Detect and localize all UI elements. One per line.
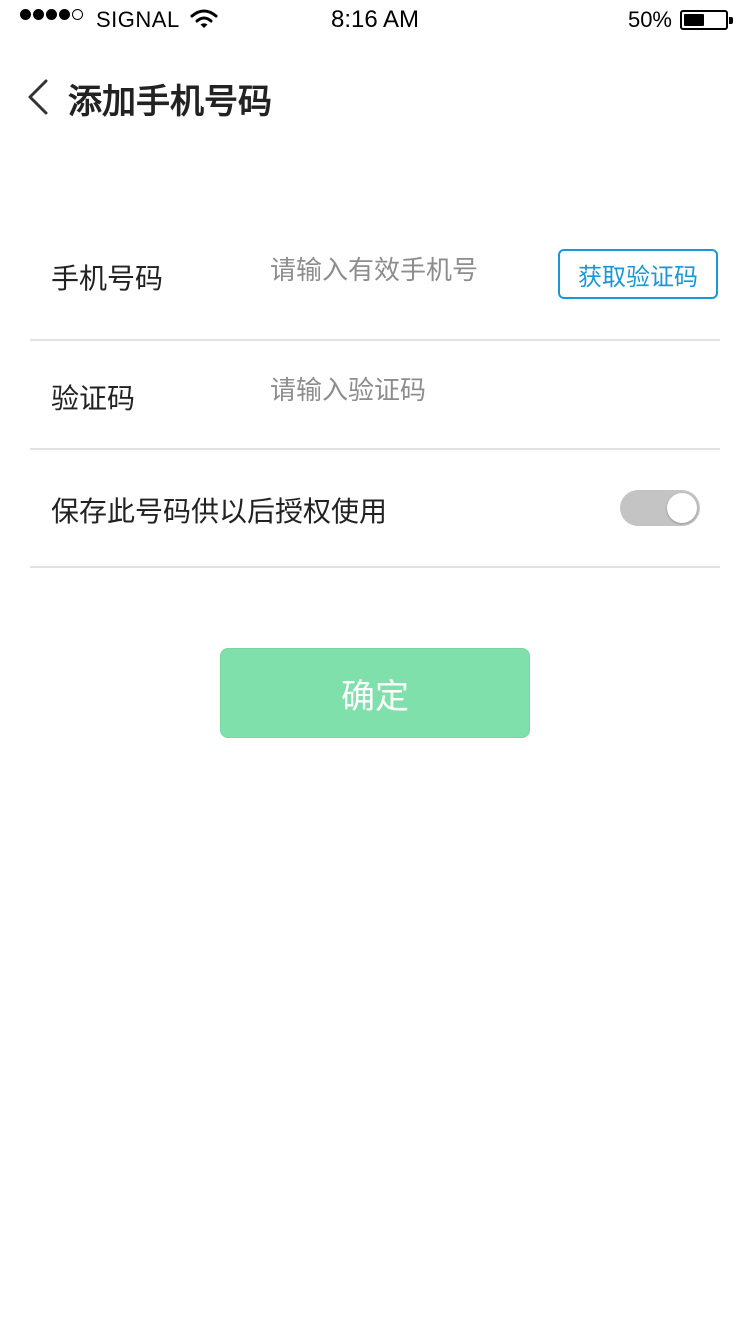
chevron-left-icon	[28, 79, 48, 115]
back-button[interactable]	[18, 74, 58, 120]
code-label: 验证码	[51, 382, 136, 415]
toggle-knob	[667, 493, 697, 523]
battery-icon	[680, 10, 733, 30]
phone-input[interactable]	[270, 256, 540, 286]
screen: SIGNAL 8:16 AM 50% 添加手机号码 手机号码 获取验证码 验证码	[0, 0, 750, 1334]
save-label: 保存此号码供以后授权使用	[51, 495, 388, 528]
save-row: 保存此号码供以后授权使用	[30, 450, 720, 568]
get-code-button[interactable]: 获取验证码	[558, 249, 718, 299]
battery-level	[684, 14, 704, 26]
page-title: 添加手机号码	[68, 82, 272, 122]
save-toggle[interactable]	[620, 490, 700, 526]
code-row: 验证码	[30, 341, 720, 450]
nav-bar: 添加手机号码	[0, 60, 750, 140]
phone-row: 手机号码 获取验证码	[30, 210, 720, 341]
battery-cap	[729, 17, 733, 24]
status-bar: SIGNAL 8:16 AM 50%	[0, 0, 750, 40]
confirm-button[interactable]: 确定	[220, 648, 530, 738]
code-input[interactable]	[270, 376, 540, 406]
battery-percentage: 50%	[627, 7, 672, 32]
phone-label: 手机号码	[51, 262, 164, 295]
